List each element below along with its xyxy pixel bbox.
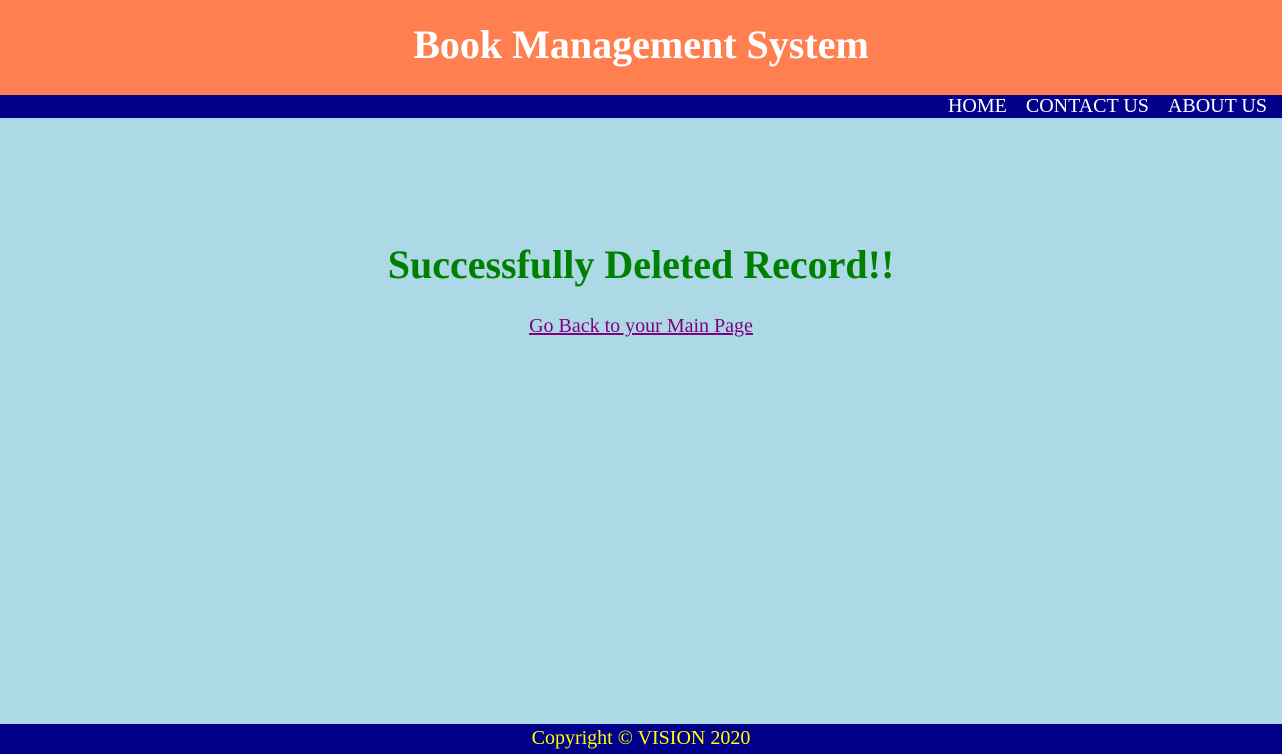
back-to-main-link[interactable]: Go Back to your Main Page — [529, 315, 753, 337]
nav-link-home[interactable]: HOME — [948, 95, 1007, 118]
site-header: Book Management System — [0, 0, 1282, 95]
nav-bar: HOME CONTACT US ABOUT US — [0, 95, 1282, 118]
nav-link-about-us[interactable]: ABOUT US — [1168, 95, 1267, 118]
site-footer: Copyright © VISION 2020 — [0, 724, 1282, 754]
nav-link-contact-us[interactable]: CONTACT US — [1026, 95, 1149, 118]
success-message: Successfully Deleted Record!! — [387, 242, 895, 287]
back-link-container: Go Back to your Main Page — [0, 314, 1282, 338]
page-title: Book Management System — [413, 22, 869, 67]
copyright-text: Copyright © VISION 2020 — [531, 727, 751, 749]
main-content: Successfully Deleted Record!! Go Back to… — [0, 118, 1282, 724]
